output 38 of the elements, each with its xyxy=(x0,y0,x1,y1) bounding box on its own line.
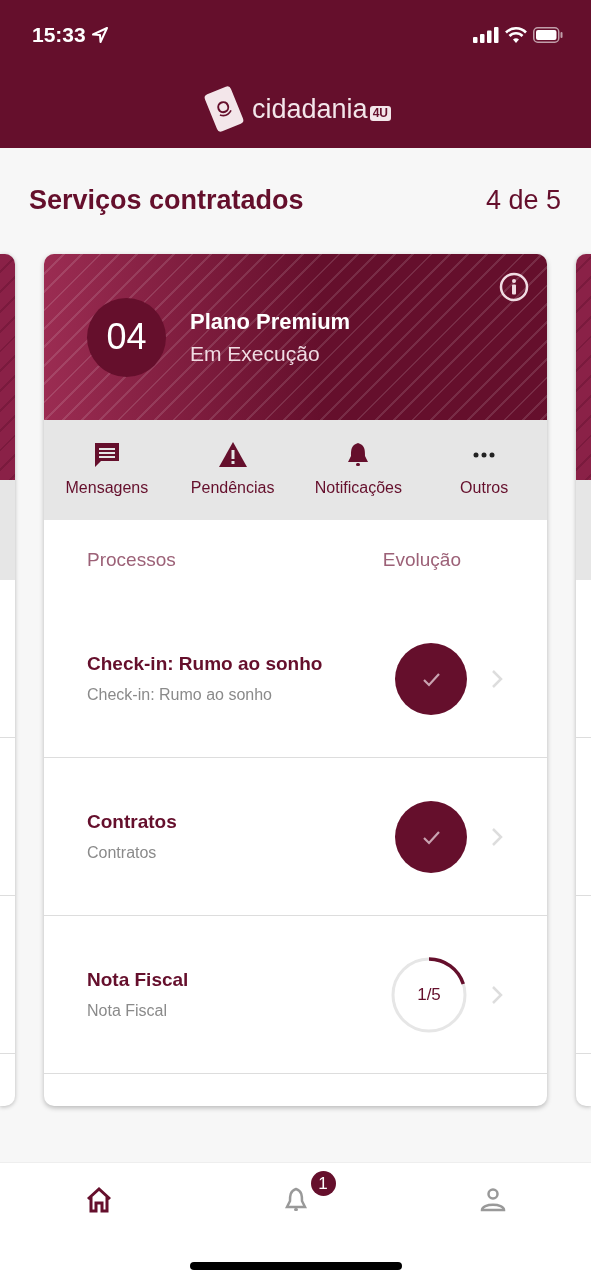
chevron-right-icon xyxy=(491,984,503,1005)
signal-icon xyxy=(473,27,499,43)
progress-reading: 1/5 xyxy=(417,983,441,1006)
process-subtitle: Contratos xyxy=(87,842,158,863)
process-subtitle: Check-in: Rumo ao sonho xyxy=(87,684,273,705)
info-button[interactable] xyxy=(499,272,529,302)
card-tab[interactable]: Outros xyxy=(421,420,547,520)
process-title: Check-in: Rumo ao sonho xyxy=(87,652,324,677)
more-icon xyxy=(473,452,496,458)
column-header: Processos xyxy=(87,547,176,572)
card-tab[interactable]: Notificações xyxy=(295,420,422,520)
completed-check-icon xyxy=(395,642,467,715)
completed-check-icon xyxy=(395,800,467,873)
column-header: Evolução xyxy=(382,547,461,572)
process-row[interactable]: Nota Fiscal Nota Fiscal 1/5 xyxy=(44,916,547,1074)
plan-number: 04 xyxy=(87,297,166,377)
chevron-right-icon xyxy=(491,668,503,689)
wifi-icon xyxy=(505,27,527,43)
location-arrow-icon xyxy=(90,26,109,44)
info-icon xyxy=(499,272,529,302)
card-tab[interactable]: Mensagens xyxy=(44,420,170,520)
notification-badge: 1 xyxy=(310,1171,336,1196)
plan-status: Em Execução xyxy=(190,340,321,367)
logo-text: cidadania xyxy=(252,92,368,126)
logo-tag: 4U xyxy=(369,105,391,121)
battery-icon xyxy=(533,27,563,43)
warning-icon xyxy=(217,440,248,470)
process-row[interactable]: Check-in: Rumo ao sonho Check-in: Rumo ao sonho xyxy=(44,600,547,758)
chevron-right-icon xyxy=(491,826,503,847)
process-row[interactable]: Contratos Contratos xyxy=(44,758,547,916)
card-tab[interactable]: Pendências xyxy=(169,420,296,520)
process-title: Nota Fiscal xyxy=(87,968,190,993)
process-title: Contratos xyxy=(87,810,178,835)
clock-time: 15:33 xyxy=(32,22,86,49)
page-title: Serviços contratados xyxy=(29,183,304,217)
page-counter: 4 de 5 xyxy=(485,183,561,217)
plan-name: Plano Premium xyxy=(190,307,351,336)
process-subtitle: Nota Fiscal xyxy=(87,1000,169,1021)
